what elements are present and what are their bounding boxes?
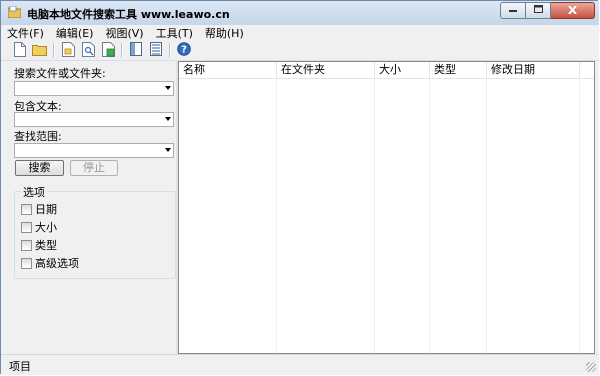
copy-file-button[interactable] — [59, 41, 77, 60]
minimize-button[interactable] — [500, 2, 526, 19]
open-folder-icon — [32, 43, 48, 59]
open-folder-button[interactable] — [31, 42, 49, 59]
find-file-icon — [81, 41, 95, 60]
checkbox-icon[interactable] — [21, 221, 32, 233]
close-icon — [568, 4, 577, 17]
app-folder-icon — [7, 5, 22, 19]
search-button[interactable]: 搜索 — [15, 160, 64, 176]
menu-help[interactable]: 帮助(H) — [199, 25, 250, 41]
new-file-icon — [14, 41, 26, 60]
menu-view[interactable]: 视图(V) — [99, 25, 149, 41]
checkbox-icon[interactable] — [21, 239, 32, 251]
details-view-icon — [150, 42, 162, 59]
scope-combo[interactable] — [14, 143, 174, 158]
details-view-button[interactable] — [147, 42, 165, 59]
export-file-button[interactable] — [99, 41, 117, 60]
column-header-modified[interactable]: 修改日期 — [487, 62, 580, 78]
minimize-icon — [509, 6, 517, 16]
stop-button[interactable]: 停止 — [70, 160, 118, 176]
option-size-label: 大小 — [35, 221, 57, 234]
caption-buttons — [500, 2, 595, 20]
menu-edit[interactable]: 编辑(E) — [50, 25, 100, 41]
column-divider — [429, 79, 430, 353]
find-file-button[interactable] — [79, 41, 97, 60]
search-pane: 搜索文件或文件夹: 包含文本: 查找范围: 搜索 停止 选项 日期 大小 类型 … — [8, 61, 176, 354]
client-area: 搜索文件或文件夹: 包含文本: 查找范围: 搜索 停止 选项 日期 大小 类型 … — [1, 61, 599, 354]
status-text: 项目 — [9, 360, 31, 373]
option-advanced-label: 高级选项 — [35, 257, 79, 270]
option-date-label: 日期 — [35, 203, 57, 216]
column-header-name[interactable]: 名称 — [179, 62, 277, 78]
column-header-size[interactable]: 大小 — [375, 62, 430, 78]
toolbar: ? — [1, 41, 599, 61]
option-advanced-checkbox[interactable]: 高级选项 — [21, 255, 79, 271]
menu-bar: 文件(F) 编辑(E) 视图(V) 工具(T) 帮助(H) — [1, 25, 599, 41]
option-type-label: 类型 — [35, 239, 57, 252]
maximize-button[interactable] — [526, 2, 551, 19]
search-name-combo[interactable] — [14, 81, 174, 96]
checkbox-icon[interactable] — [21, 203, 32, 215]
checkbox-icon[interactable] — [21, 257, 32, 269]
column-header-type[interactable]: 类型 — [430, 62, 487, 78]
app-window: 电脑本地文件搜索工具 www.leawo.cn 文件(F) 编辑(E) 视图(V… — [0, 0, 599, 375]
window-title: 电脑本地文件搜索工具 www.leawo.cn — [27, 8, 230, 21]
resize-grip-icon[interactable] — [586, 362, 596, 372]
chevron-down-icon[interactable] — [165, 148, 171, 152]
chevron-down-icon[interactable] — [165, 117, 171, 121]
column-header-folder[interactable]: 在文件夹 — [277, 62, 375, 78]
toolbar-separator — [169, 43, 171, 58]
column-divider — [579, 79, 580, 353]
toolbar-separator — [53, 43, 55, 58]
status-bar: 项目 — [1, 354, 599, 375]
copy-file-icon — [61, 41, 75, 60]
options-title: 选项 — [21, 184, 47, 200]
content-combo[interactable] — [14, 112, 174, 127]
pane-toggle-button[interactable] — [127, 42, 145, 59]
results-list[interactable]: 名称 在文件夹 大小 类型 修改日期 — [178, 61, 595, 354]
scope-label: 查找范围: — [14, 130, 62, 143]
maximize-icon — [533, 5, 543, 16]
help-icon: ? — [177, 42, 191, 59]
svg-text:?: ? — [181, 45, 187, 56]
column-divider — [276, 79, 277, 353]
menu-tools[interactable]: 工具(T) — [150, 25, 199, 41]
options-group: 选项 日期 大小 类型 高级选项 — [14, 184, 176, 279]
toolbar-separator — [121, 43, 123, 58]
new-file-button[interactable] — [11, 41, 29, 60]
option-date-checkbox[interactable]: 日期 — [21, 201, 57, 217]
export-file-icon — [101, 41, 115, 60]
help-button[interactable]: ? — [175, 42, 193, 59]
column-divider — [374, 79, 375, 353]
close-button[interactable] — [551, 2, 595, 19]
title-bar[interactable]: 电脑本地文件搜索工具 www.leawo.cn — [1, 1, 599, 25]
header-divider — [179, 78, 594, 79]
chevron-down-icon[interactable] — [165, 86, 171, 90]
menu-file[interactable]: 文件(F) — [1, 25, 50, 41]
option-type-checkbox[interactable]: 类型 — [21, 237, 57, 253]
column-divider — [486, 79, 487, 353]
search-name-label: 搜索文件或文件夹: — [14, 67, 106, 80]
pane-icon — [130, 42, 142, 59]
option-size-checkbox[interactable]: 大小 — [21, 219, 57, 235]
